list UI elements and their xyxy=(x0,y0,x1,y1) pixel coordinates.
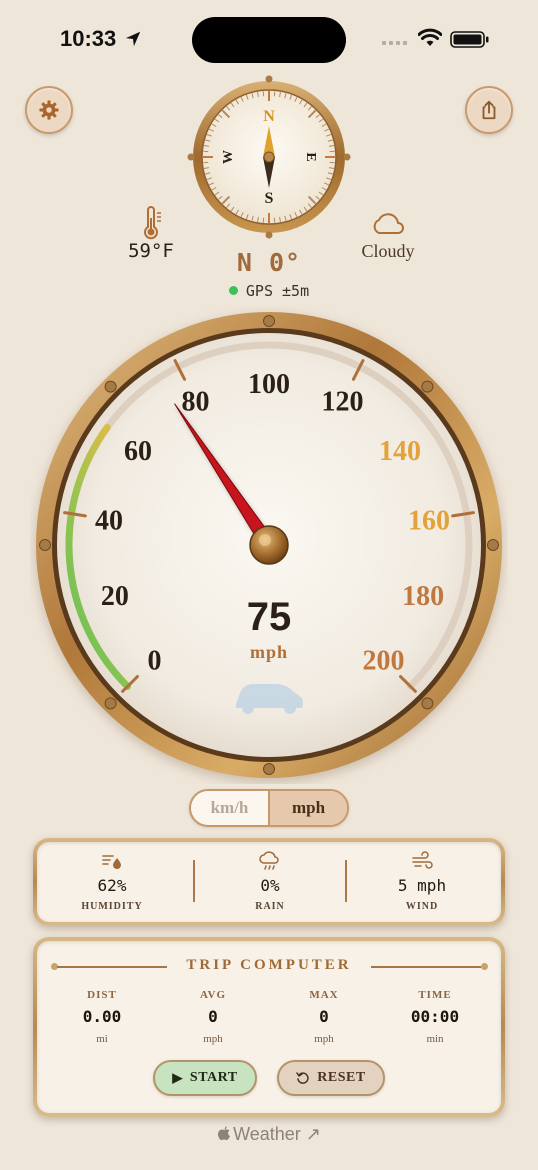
apple-logo-icon xyxy=(218,1126,231,1141)
wind-label: WIND xyxy=(405,901,439,912)
trip-time-unit: min xyxy=(426,1033,444,1045)
share-button[interactable] xyxy=(465,86,513,134)
trip-average: AVG 0 mph xyxy=(168,989,258,1045)
trip-time: TIME 00:00 min xyxy=(390,989,480,1045)
gps-status-dot xyxy=(228,286,238,295)
wind-value: 5 mph xyxy=(397,876,447,895)
gauge-label-40: 40 xyxy=(95,506,123,537)
settings-button[interactable] xyxy=(25,86,73,134)
unit-mph-option[interactable]: mph xyxy=(268,791,347,825)
rim-bolt xyxy=(263,315,275,327)
trip-max-value: 0 xyxy=(319,1007,329,1026)
compass-n: N xyxy=(263,108,275,125)
decor-line xyxy=(371,966,481,968)
reset-button[interactable]: RESET xyxy=(277,1060,385,1096)
start-button-label: START xyxy=(189,1070,238,1085)
gauge-label-180: 180 xyxy=(402,581,444,612)
wind-icon xyxy=(412,851,433,869)
trip-max-label: MAX xyxy=(309,989,339,1001)
gauge-label-140: 140 xyxy=(379,436,421,467)
gps-accuracy: GPS ±5m xyxy=(200,282,338,300)
rain-stat: 0% RAIN xyxy=(195,842,345,922)
rain-value: 0% xyxy=(260,876,280,895)
rain-label: RAIN xyxy=(255,901,285,912)
cellular-icon xyxy=(382,41,407,45)
rim-bolt xyxy=(421,697,434,710)
location-arrow-icon xyxy=(126,31,141,47)
weather-attribution-link[interactable]: Weather ↗ xyxy=(169,1124,369,1145)
rim-bolt xyxy=(104,380,117,393)
trip-average-label: AVG xyxy=(199,989,227,1001)
gauge-label-0: 0 xyxy=(147,646,161,677)
status-indicators xyxy=(382,28,492,52)
gauge-label-200: 200 xyxy=(363,646,405,677)
needle-hub xyxy=(249,525,289,565)
trip-distance-label: DIST xyxy=(87,989,117,1001)
compass: N S E W xyxy=(187,75,351,239)
trip-max-unit: mph xyxy=(314,1033,334,1045)
gauge-label-100: 100 xyxy=(248,369,290,400)
trip-time-value: 00:00 xyxy=(410,1007,460,1026)
trip-max: MAX 0 mph xyxy=(279,989,369,1045)
trip-time-label: TIME xyxy=(418,989,452,1001)
share-icon xyxy=(482,100,496,120)
weather-condition-label: Cloudy xyxy=(361,241,415,261)
trip-computer-panel: TRIP COMPUTER DIST 0.00 mi AVG 0 mph MAX… xyxy=(33,937,505,1117)
rim-bolt xyxy=(421,380,434,393)
status-time: 10:33 xyxy=(60,26,142,52)
battery-icon xyxy=(450,31,489,48)
rim-bolt xyxy=(104,697,117,710)
rim-bolt xyxy=(263,763,275,775)
dynamic-island xyxy=(192,17,346,63)
trip-average-value: 0 xyxy=(208,1007,218,1026)
humidity-value: 62% xyxy=(97,876,127,895)
cloud-icon xyxy=(373,213,404,234)
trip-average-unit: mph xyxy=(203,1033,223,1045)
start-button[interactable]: ▶ START xyxy=(153,1060,257,1096)
temperature-label: 59°F xyxy=(128,240,174,262)
unit-toggle[interactable]: km/h mph xyxy=(189,789,349,827)
gps-accuracy-text: GPS ±5m xyxy=(245,282,310,300)
rim-bolt xyxy=(39,539,51,551)
wind-stat: 5 mph WIND xyxy=(347,842,497,922)
compass-w: W xyxy=(221,150,236,164)
wifi-icon xyxy=(418,28,442,46)
speed-value: 75 xyxy=(247,595,292,639)
gauge-label-160: 160 xyxy=(408,506,450,537)
humidity-stat: 62% HUMIDITY xyxy=(37,842,187,922)
rain-cloud-icon xyxy=(259,851,279,870)
speed-unit: mph xyxy=(250,642,288,662)
compass-s: S xyxy=(265,190,274,207)
trip-distance-value: 0.00 xyxy=(82,1007,122,1026)
gear-icon xyxy=(39,100,59,120)
reset-button-label: RESET xyxy=(317,1070,366,1085)
rim-bolt xyxy=(487,539,499,551)
decor-dot xyxy=(481,963,488,970)
gauge-label-80: 80 xyxy=(181,387,209,418)
unit-kmh-option[interactable]: km/h xyxy=(191,791,268,825)
weather-attribution-text: Weather ↗ xyxy=(233,1124,321,1144)
reset-icon xyxy=(296,1072,309,1084)
compass-e: E xyxy=(303,152,318,161)
thermometer-icon xyxy=(144,206,161,240)
gauge-label-20: 20 xyxy=(101,581,129,612)
trip-distance-unit: mi xyxy=(96,1033,108,1045)
heading-label: N 0° xyxy=(236,248,302,277)
humidity-label: HUMIDITY xyxy=(81,901,143,912)
gauge-label-120: 120 xyxy=(322,387,364,418)
speedometer-gauge: 0 20 40 60 80 100 120 140 160 180 200 75 mph xyxy=(36,312,502,778)
trip-distance: DIST 0.00 mi xyxy=(57,989,147,1045)
play-icon: ▶ xyxy=(172,1070,183,1085)
humidity-icon xyxy=(102,855,121,869)
gauge-label-60: 60 xyxy=(124,436,152,467)
weather-panel: 62% HUMIDITY 0% RAIN 5 mph WIND xyxy=(33,838,505,926)
